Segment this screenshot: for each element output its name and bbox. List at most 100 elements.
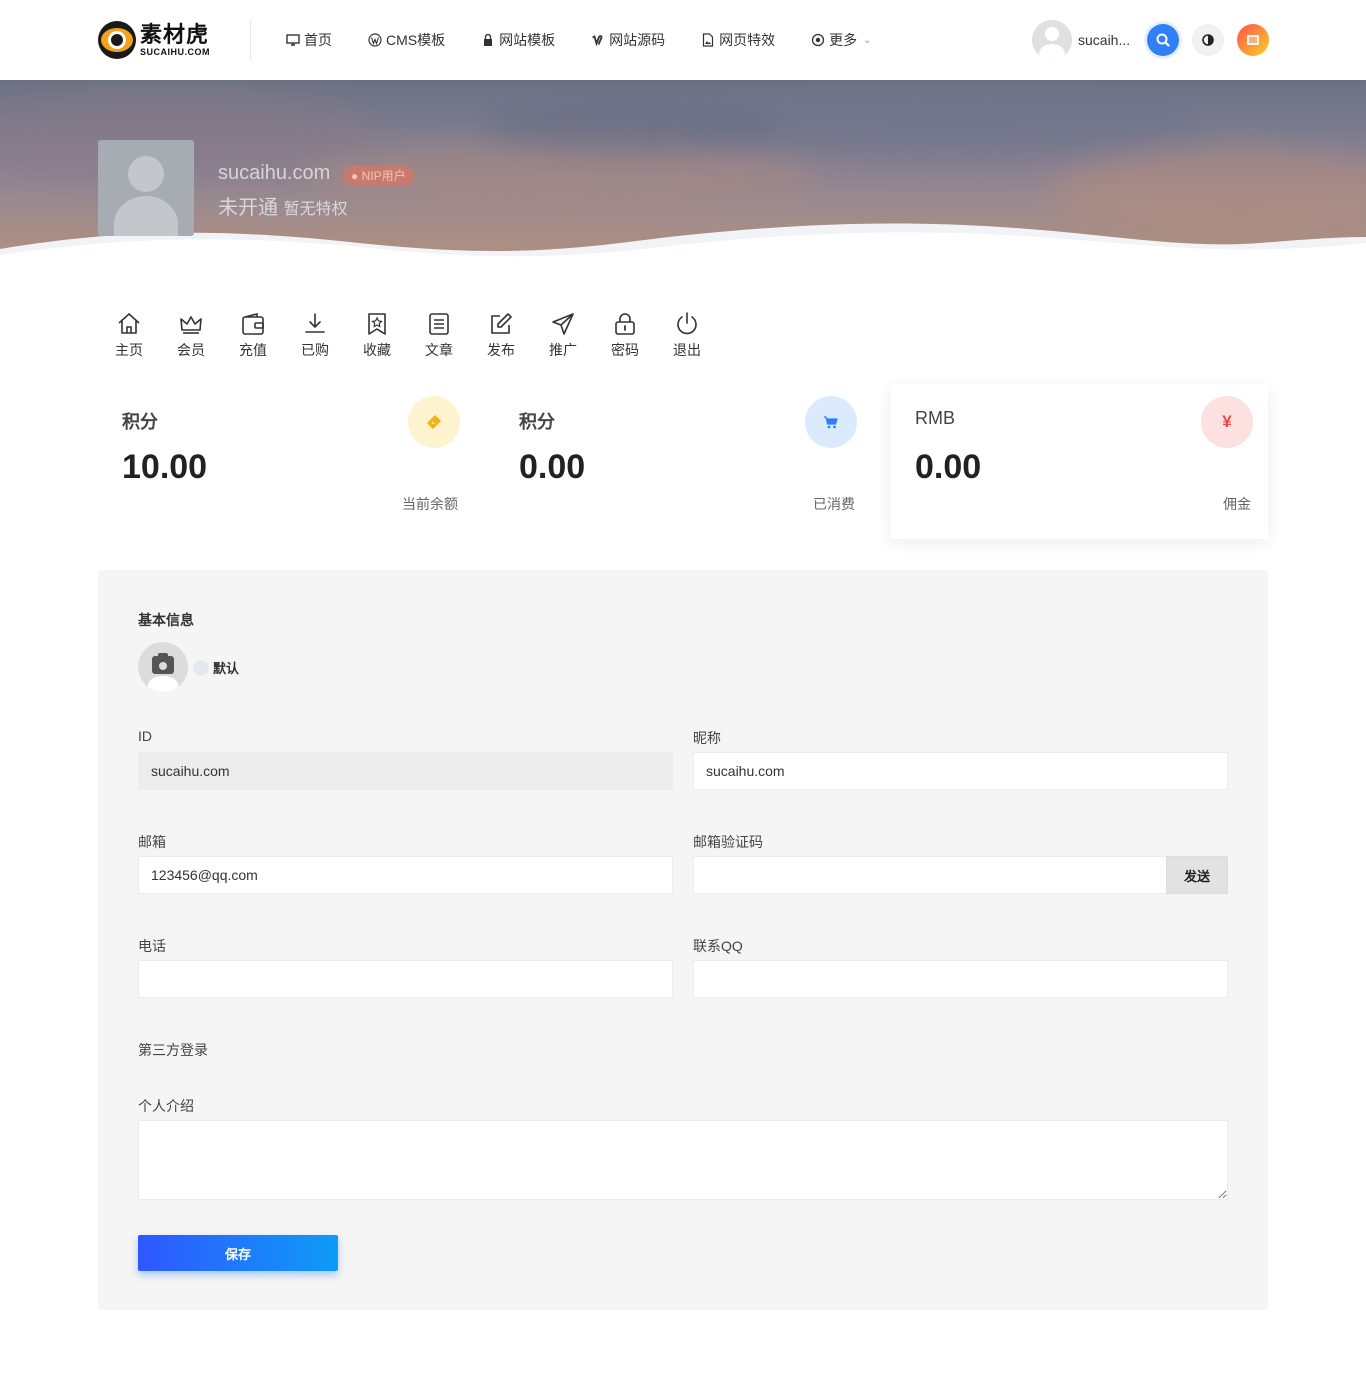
stat-value: 0.00: [915, 448, 982, 486]
chevron-down-icon: ⌄: [863, 34, 872, 46]
article-icon: [429, 313, 449, 335]
bio-label: 个人介绍: [138, 1098, 194, 1114]
nickname-field[interactable]: [693, 752, 1228, 790]
nav-label: 更多: [829, 32, 858, 48]
target-icon: [811, 33, 825, 47]
menu-label: 文章: [425, 342, 453, 358]
menu-item-vip[interactable]: 会员: [160, 310, 222, 360]
user-center-menu: 主页 会员 充值 已购 收藏 文章 发布 推广 密码 退出: [98, 310, 718, 360]
vip-status: 未开通 暂无特权: [218, 191, 348, 220]
avatar-option[interactable]: 默认: [193, 658, 239, 677]
nav-item-more[interactable]: 更多 ⌄: [793, 30, 889, 50]
stat-label: 积分: [519, 412, 555, 432]
nav-item-cms[interactable]: CMS模板: [350, 30, 463, 50]
profile-form: 基本信息 默认 ID 昵称 邮箱 邮箱验证码 发送 电话 联系QQ 第三方登录 …: [98, 570, 1268, 1310]
stat-card-spent: 积分 0.00 已消费: [495, 384, 872, 539]
stat-label: RMB: [915, 408, 955, 428]
user-icon: ●: [351, 169, 359, 183]
file-image-icon: [703, 33, 714, 47]
menu-item-promote[interactable]: 推广: [532, 310, 594, 360]
send-code-button[interactable]: 发送: [1166, 856, 1228, 894]
menu-item-favorites[interactable]: 收藏: [346, 310, 408, 360]
menu-label: 已购: [301, 342, 329, 358]
avatar-default-radio[interactable]: [193, 659, 209, 676]
banner-cloud: [480, 100, 780, 150]
menu-item-logout[interactable]: 退出: [656, 310, 718, 360]
id-field[interactable]: [138, 752, 673, 790]
nav-item-source-code[interactable]: 网站源码: [573, 30, 683, 50]
logo-title: 素材虎: [140, 21, 210, 47]
profile-banner: [0, 80, 1366, 275]
menu-item-articles[interactable]: 文章: [408, 310, 470, 360]
lock-icon: [615, 313, 635, 335]
stat-label: 积分: [122, 412, 158, 432]
phone-field[interactable]: [138, 960, 673, 998]
site-logo[interactable]: 素材虎 SUCAIHU.COM: [98, 20, 212, 60]
search-icon: [1156, 33, 1170, 47]
nav-item-site-templates[interactable]: 网站模板: [463, 30, 573, 50]
crown-icon: [180, 316, 202, 334]
stat-foot: 当前余额: [402, 496, 458, 512]
user-name[interactable]: sucaih...: [1078, 32, 1138, 48]
avatar-upload-button[interactable]: [138, 642, 188, 692]
id-label: ID: [138, 728, 152, 744]
menu-label: 密码: [611, 342, 639, 358]
contrast-icon: [1202, 34, 1214, 46]
email-field[interactable]: [138, 856, 673, 894]
menu-label: 主页: [115, 342, 143, 358]
bookmark-star-icon: [368, 313, 386, 335]
vimeo-icon: [592, 35, 603, 47]
avatar[interactable]: [1032, 20, 1072, 60]
user-menu[interactable]: sucaih...: [1032, 20, 1138, 60]
menu-item-home[interactable]: 主页: [98, 310, 160, 360]
edit-icon: [491, 313, 512, 334]
yen-icon: ¥: [1201, 396, 1253, 448]
stat-foot: 佣金: [1223, 496, 1251, 512]
menu-item-publish[interactable]: 发布: [470, 310, 532, 360]
site-header: 素材虎 SUCAIHU.COM 首页 CMS模板 网站模板 网站源码 网页特效 …: [0, 0, 1366, 80]
lock-icon: [484, 33, 493, 46]
vip-badge: ● NIP用户: [343, 166, 414, 186]
logo-subtitle: SUCAIHU.COM: [140, 46, 210, 57]
menu-label: 发布: [487, 342, 515, 358]
wallet-icon: [242, 312, 264, 335]
menu-button[interactable]: [1237, 24, 1269, 56]
menu-item-purchased[interactable]: 已购: [284, 310, 346, 360]
home-icon: [118, 313, 140, 334]
stat-card-balance: 积分 10.00 当前余额: [98, 384, 475, 539]
menu-item-recharge[interactable]: 充值: [222, 310, 284, 360]
bio-textarea[interactable]: [138, 1120, 1228, 1200]
vip-status-text: 未开通: [218, 197, 278, 219]
stat-value: 0.00: [519, 448, 586, 486]
qq-label: 联系QQ: [693, 938, 743, 954]
save-button[interactable]: 保存: [138, 1235, 338, 1271]
menu-label: 退出: [673, 342, 701, 358]
phone-label: 电话: [138, 938, 166, 954]
stat-foot: 已消费: [813, 496, 855, 512]
header-divider: [250, 20, 251, 60]
camera-icon: [152, 653, 174, 674]
send-icon: [552, 313, 574, 335]
tiger-logo-icon: [98, 21, 136, 59]
menu-item-password[interactable]: 密码: [594, 310, 656, 360]
menu-label: 推广: [549, 342, 577, 358]
email-code-field[interactable]: [693, 856, 1167, 894]
profile-name: sucaihu.com: [218, 162, 331, 184]
nav-label: 网页特效: [719, 32, 776, 48]
theme-toggle-button[interactable]: [1192, 24, 1224, 56]
nav-label: 网站源码: [609, 32, 666, 48]
profile-avatar[interactable]: [98, 140, 194, 236]
avatar-silhouette: [148, 676, 178, 692]
menu-label: 充值: [239, 342, 267, 358]
menu-label: 收藏: [363, 342, 391, 358]
nav-label: 首页: [304, 32, 332, 48]
nav-item-effects[interactable]: 网页特效: [683, 30, 793, 50]
search-button[interactable]: [1147, 24, 1179, 56]
cart-icon: [805, 396, 857, 448]
qq-field[interactable]: [693, 960, 1228, 998]
section-title: 基本信息: [138, 612, 194, 628]
vip-badge-label: NIP用户: [361, 169, 406, 183]
email-label: 邮箱: [138, 834, 166, 850]
nav-item-home[interactable]: 首页: [268, 30, 350, 50]
banner-wave: [0, 223, 1366, 275]
